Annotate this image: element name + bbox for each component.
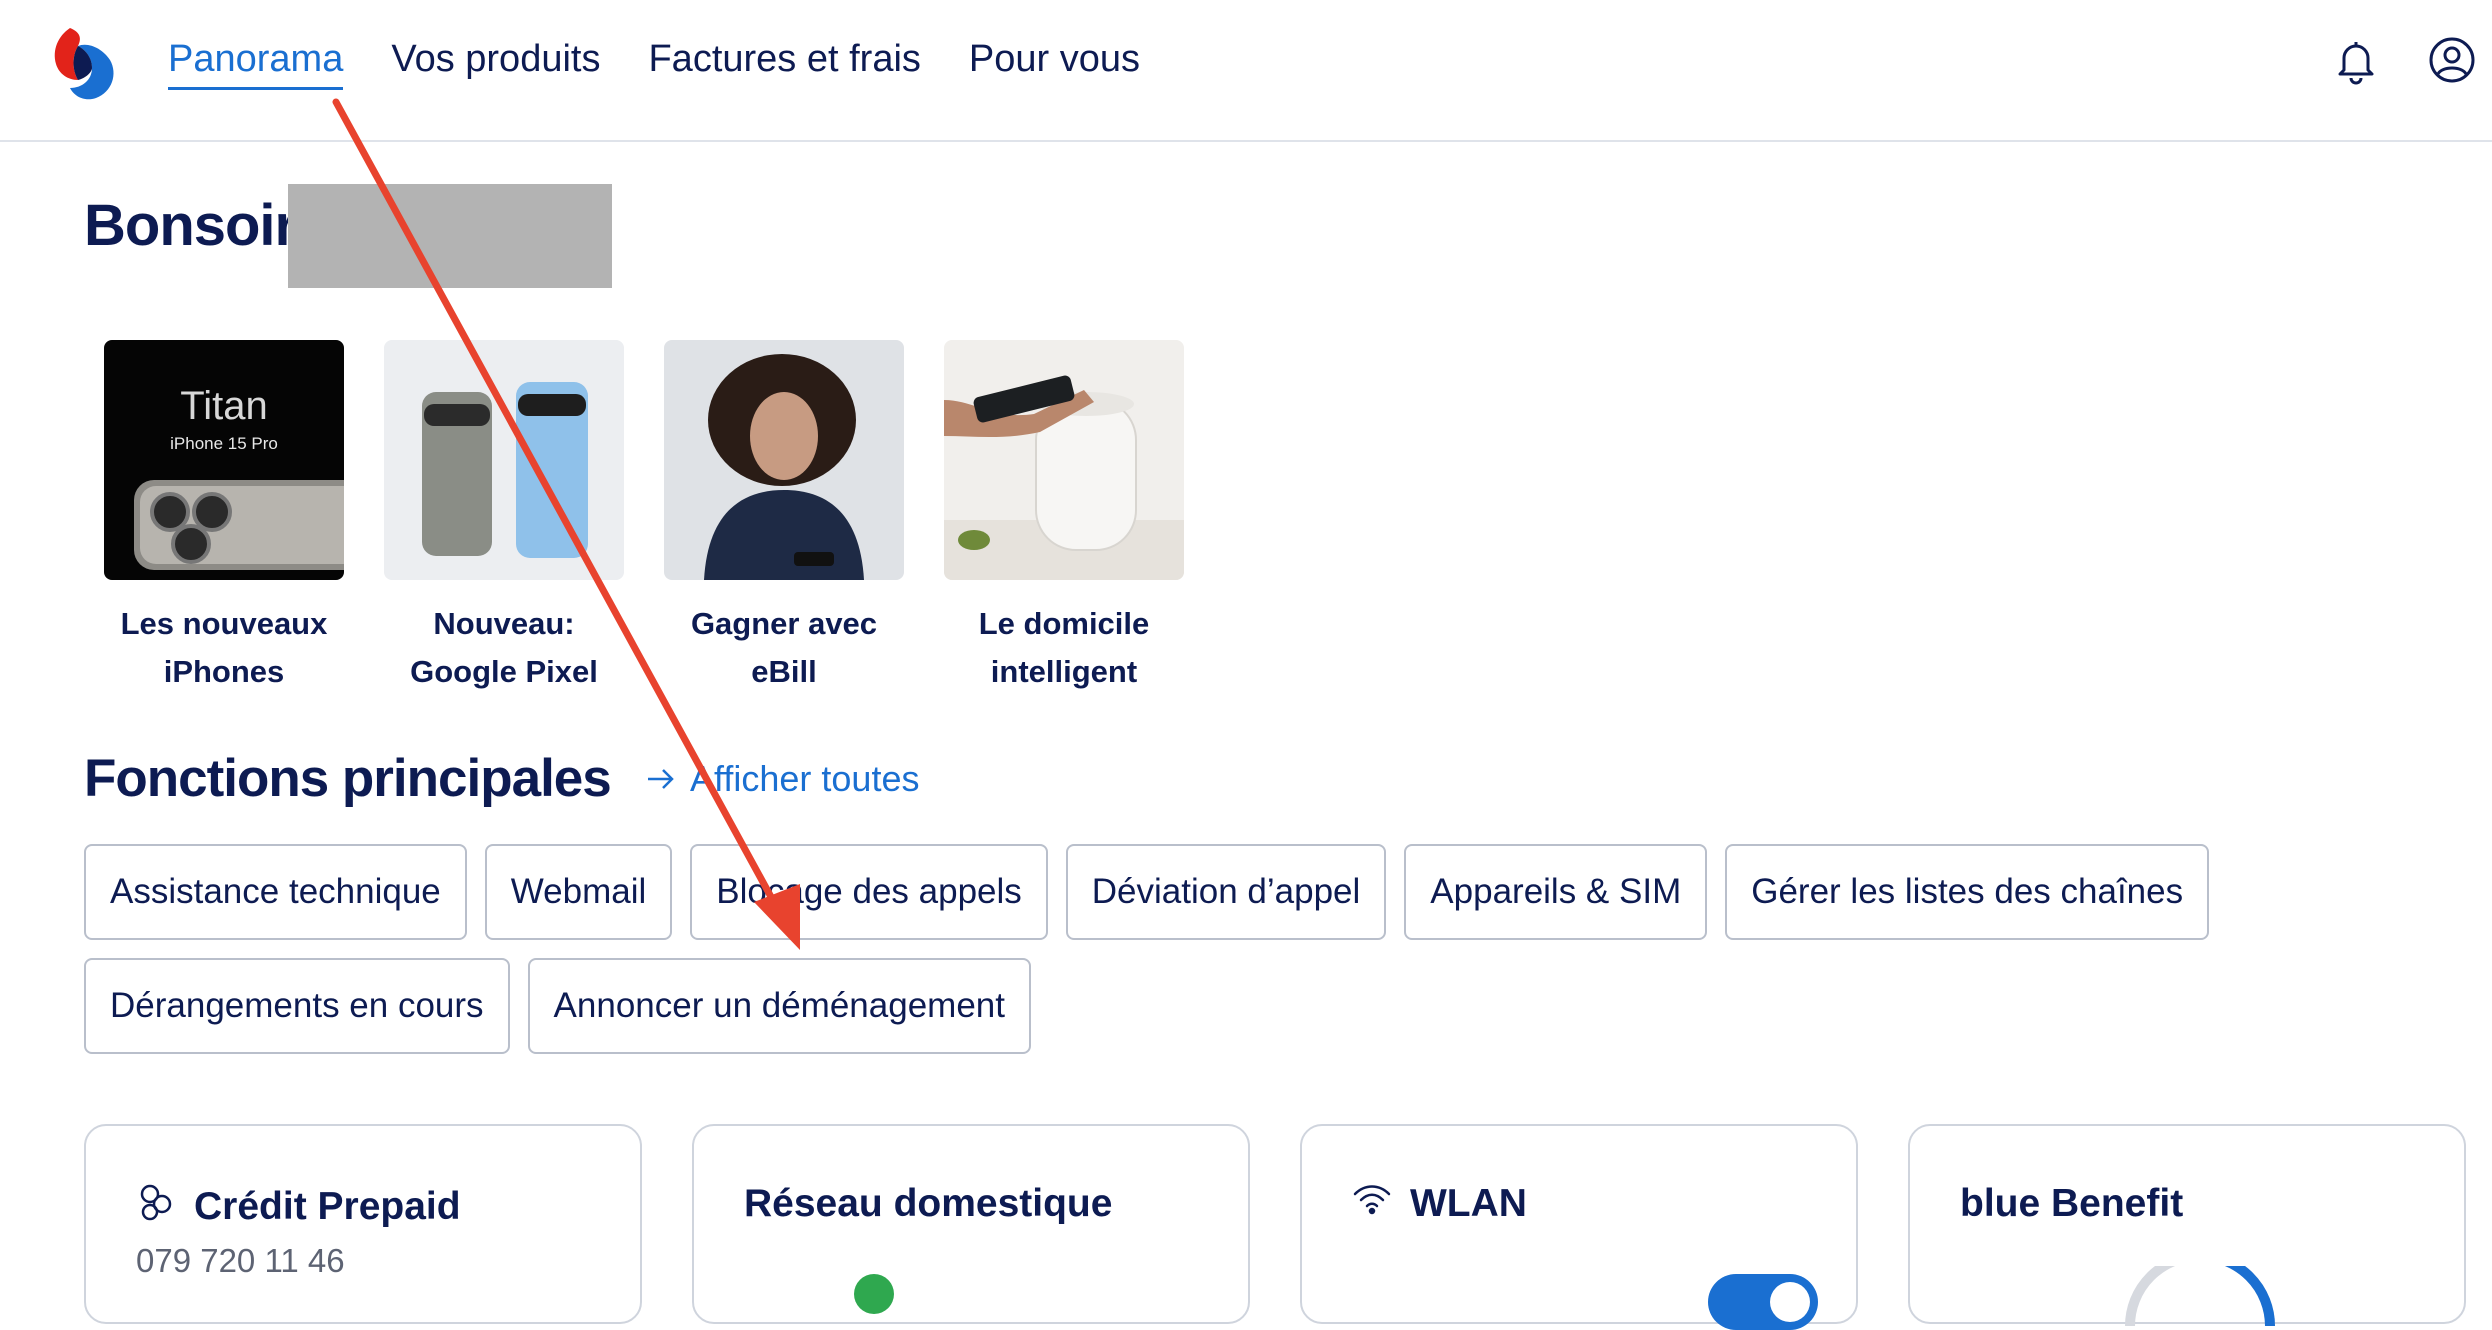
- user-account-icon[interactable]: [2426, 34, 2478, 86]
- promo-image-subtitle: iPhone 15 Pro: [170, 434, 278, 453]
- redacted-user-name: [288, 184, 612, 288]
- promo-image-iphone: Titan iPhone 15 Pro: [104, 340, 344, 580]
- promo-caption: Gagner avec eBill: [690, 606, 878, 689]
- card-title-text: blue Benefit: [1960, 1182, 2184, 1225]
- promo-caption: Les nouveaux iPhones: [120, 606, 328, 689]
- swisscom-logo[interactable]: [48, 22, 120, 102]
- card-wlan[interactable]: WLAN: [1300, 1124, 1858, 1330]
- chip-row: Dérangements en cours Annoncer un déména…: [84, 958, 2334, 1054]
- main-nav: Panorama Vos produits Factures et frais …: [168, 38, 1188, 90]
- chip-appareils-sim[interactable]: Appareils & SIM: [1404, 844, 1708, 940]
- chip-row: Assistance technique Webmail Blocage des…: [84, 844, 2334, 940]
- wlan-toggle[interactable]: [1708, 1274, 1818, 1330]
- promo-carousel: Titan iPhone 15 Pro Les nouveaux iPhones…: [104, 340, 1224, 696]
- chip-gerer-listes-chaines[interactable]: Gérer les listes des chaînes: [1725, 844, 2210, 940]
- promo-caption: Le domicile intelligent: [978, 606, 1150, 689]
- top-navigation-bar: Panorama Vos produits Factures et frais …: [0, 0, 2492, 142]
- chip-webmail[interactable]: Webmail: [484, 844, 673, 940]
- nav-pour-vous[interactable]: Pour vous: [969, 38, 1140, 90]
- promo-tile-ebill[interactable]: Gagner avec eBill: [664, 340, 904, 696]
- nav-vos-produits[interactable]: Vos produits: [391, 38, 600, 90]
- dashboard-cards: Crédit Prepaid 079 720 11 46 Réseau dome…: [84, 1124, 2492, 1330]
- benefit-gauge: [2125, 1266, 2275, 1326]
- show-all-link[interactable]: Afficher toutes: [646, 758, 919, 800]
- promo-image-ebill: [664, 340, 904, 580]
- card-blue-benefit[interactable]: blue Benefit: [1908, 1124, 2466, 1326]
- phone-number: 079 720 11 46: [136, 1242, 345, 1279]
- card-title-text: Crédit Prepaid: [194, 1185, 461, 1228]
- card-title-text: WLAN: [1410, 1182, 1527, 1225]
- chip-derangements-en-cours[interactable]: Dérangements en cours: [84, 958, 510, 1054]
- function-chips: Assistance technique Webmail Blocage des…: [84, 844, 2334, 1072]
- card-title: Crédit Prepaid: [136, 1182, 461, 1232]
- card-title: WLAN: [1352, 1182, 1527, 1226]
- nav-panorama[interactable]: Panorama: [168, 38, 344, 90]
- card-credit-prepaid[interactable]: Crédit Prepaid 079 720 11 46: [84, 1124, 642, 1324]
- card-reseau-domestique[interactable]: Réseau domestique: [692, 1124, 1250, 1324]
- arrow-right-icon: [646, 758, 676, 800]
- promo-tile-smart-home[interactable]: Le domicile intelligent: [944, 340, 1184, 696]
- chip-blocage-des-appels[interactable]: Blocage des appels: [690, 844, 1048, 940]
- chip-assistance-technique[interactable]: Assistance technique: [84, 844, 467, 940]
- show-all-label: Afficher toutes: [690, 758, 920, 799]
- wifi-icon: [1352, 1182, 1392, 1226]
- section-title-fonctions: Fonctions principales: [84, 749, 612, 808]
- chip-annoncer-demenagement[interactable]: Annoncer un déménagement: [527, 958, 1031, 1054]
- status-dot: [854, 1274, 894, 1314]
- nav-factures-et-frais[interactable]: Factures et frais: [648, 38, 920, 90]
- promo-caption: Nouveau: Google Pixel: [410, 606, 598, 689]
- promo-tile-pixel[interactable]: Nouveau: Google Pixel: [384, 340, 624, 696]
- promo-image-pixel: [384, 340, 624, 580]
- card-title: blue Benefit: [1960, 1182, 2183, 1226]
- coins-icon: [136, 1182, 176, 1232]
- promo-image-title: Titan: [180, 384, 268, 428]
- card-title-text: Réseau domestique: [744, 1182, 1113, 1225]
- bell-icon[interactable]: [2330, 34, 2382, 86]
- greeting-text: Bonsoir: [84, 193, 297, 258]
- toggle-knob: [1770, 1282, 1810, 1322]
- card-title: Réseau domestique: [744, 1182, 1112, 1226]
- promo-tile-iphones[interactable]: Titan iPhone 15 Pro Les nouveaux iPhones: [104, 340, 344, 696]
- promo-image-smart-home: [944, 340, 1184, 580]
- chip-deviation-appel[interactable]: Déviation d’appel: [1065, 844, 1387, 940]
